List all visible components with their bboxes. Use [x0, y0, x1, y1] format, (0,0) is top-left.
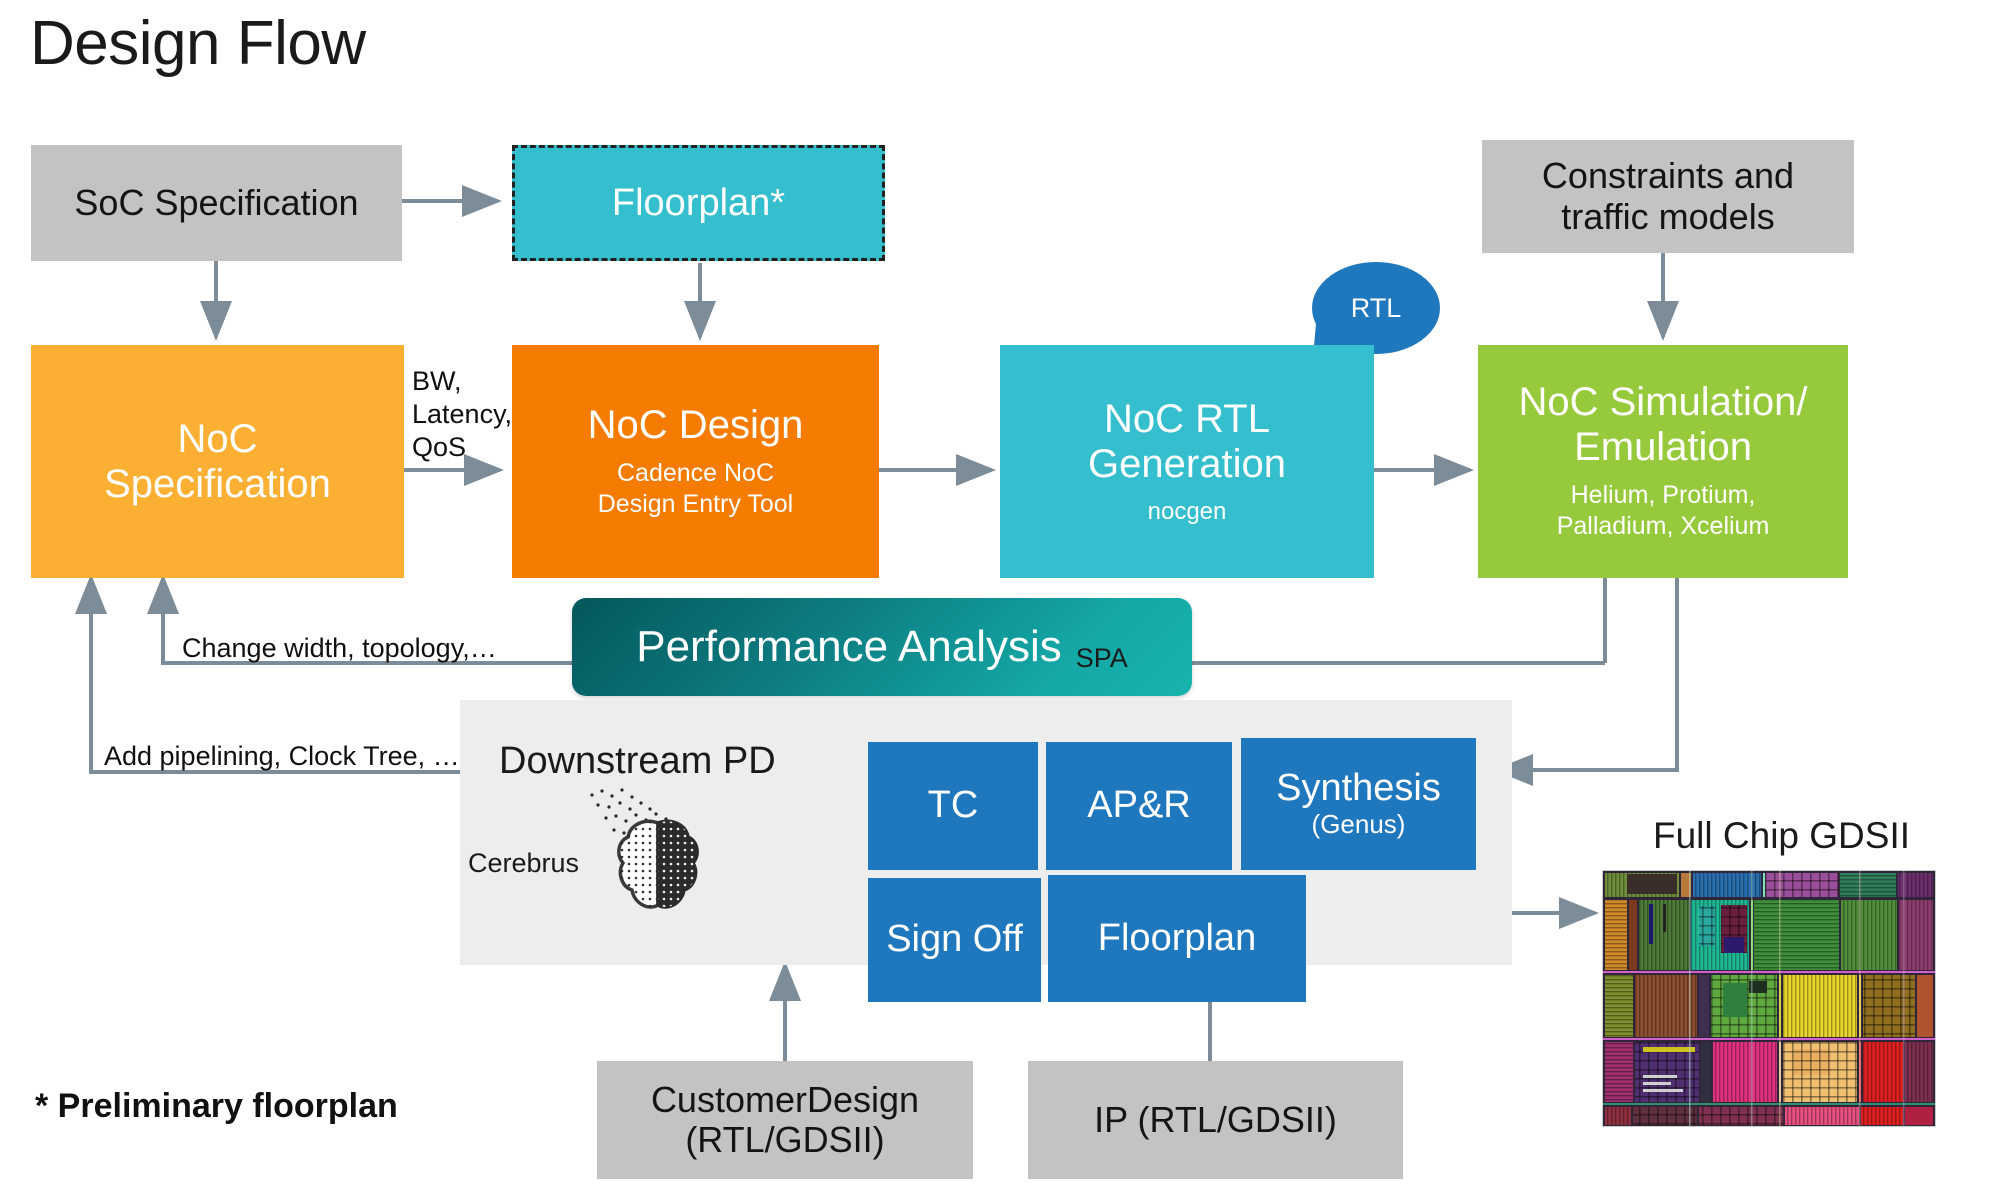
soc-specification-label: SoC Specification	[74, 181, 359, 223]
cerebrus-logo: Cerebrus	[460, 785, 780, 935]
tile-synthesis-sub: (Genus)	[1311, 809, 1406, 840]
noc-design-sub-line1: Cadence NoC	[616, 458, 775, 487]
noc-design-title: NoC Design	[587, 402, 804, 447]
tile-tc[interactable]: TC	[868, 742, 1038, 870]
node-noc-design[interactable]: NoC Design Cadence NoC Design Entry Tool	[512, 345, 879, 578]
tile-synthesis-label: Synthesis	[1276, 767, 1441, 810]
arrow-sim-to-synthesis	[1493, 578, 1679, 786]
noc-specification-line2: Specification	[104, 461, 331, 506]
full-chip-gdsii-image	[1602, 870, 1936, 1127]
constraints-line2: traffic models	[1561, 195, 1775, 237]
floorplan-preliminary-label: Floorplan*	[611, 181, 786, 224]
edge-label-bw-latency-qos: BW, Latency, QoS	[412, 365, 512, 464]
edge-label-change-width: Change width, topology,…	[182, 633, 497, 663]
ip-rtl-gdsii-label: IP (RTL/GDSII)	[1094, 1098, 1337, 1140]
noc-simulation-line1: NoC Simulation/	[1518, 380, 1808, 425]
node-noc-simulation-emulation[interactable]: NoC Simulation/ Emulation Helium, Protiu…	[1478, 345, 1848, 578]
rtl-callout-label: RTL	[1350, 292, 1402, 323]
node-noc-specification[interactable]: NoC Specification	[31, 345, 404, 578]
noc-specification-line1: NoC	[177, 416, 258, 461]
noc-simulation-line2: Emulation	[1574, 425, 1752, 470]
footnote-preliminary-floorplan: * Preliminary floorplan	[35, 1087, 398, 1125]
tile-sign-off-label: Sign Off	[886, 918, 1023, 961]
tile-sign-off[interactable]: Sign Off	[868, 878, 1041, 1002]
tile-tc-label: TC	[927, 784, 979, 827]
tile-apr-label: AP&R	[1087, 784, 1191, 827]
customer-design-line2: (RTL/GDSII)	[685, 1119, 885, 1160]
bw-line2: Latency,	[412, 398, 513, 429]
chip-layout-graphic	[1603, 871, 1935, 1126]
node-ip-rtl-gdsii[interactable]: IP (RTL/GDSII)	[1028, 1061, 1403, 1179]
full-chip-gdsii-caption: Full Chip GDSII	[1653, 815, 1911, 856]
node-floorplan-preliminary[interactable]: Floorplan*	[512, 145, 885, 261]
tile-floorplan[interactable]: Floorplan	[1048, 875, 1306, 1002]
node-customer-design[interactable]: CustomerDesign (RTL/GDSII)	[597, 1061, 973, 1179]
noc-rtl-generation-sub: nocgen	[1147, 497, 1227, 525]
noc-simulation-sub-line2: Palladium, Xcelium	[1556, 512, 1770, 541]
bw-line1: BW,	[412, 366, 462, 396]
cerebrus-label: Cerebrus	[468, 848, 580, 878]
design-flow-diagram: Design Flow SoC Specification Floorplan*…	[0, 0, 2000, 1200]
node-soc-specification[interactable]: SoC Specification	[31, 145, 402, 261]
brain-icon	[590, 788, 699, 909]
constraints-line1: Constraints and	[1541, 155, 1795, 197]
tile-apr[interactable]: AP&R	[1046, 742, 1232, 870]
tile-synthesis[interactable]: Synthesis (Genus)	[1241, 738, 1476, 870]
downstream-pd-panel: Downstream PD Cerebrus TC AP&R Synthesis…	[460, 700, 1512, 1002]
performance-analysis-bar[interactable]: Performance Analysis SPA	[572, 598, 1192, 696]
performance-analysis-title: Performance Analysis	[636, 622, 1062, 671]
edge-label-add-pipelining: Add pipelining, Clock Tree, …	[104, 741, 460, 771]
rtl-callout-bubble: RTL	[1312, 262, 1440, 354]
customer-design-line1: CustomerDesign	[650, 1078, 920, 1120]
bw-line3: QoS	[412, 431, 467, 462]
performance-analysis-sub: SPA	[1075, 643, 1128, 673]
noc-rtl-generation-line1: NoC RTL	[1104, 397, 1270, 442]
page-title: Design Flow	[30, 9, 366, 78]
noc-rtl-generation-line2: Generation	[1088, 442, 1286, 487]
noc-design-sub-line2: Design Entry Tool	[597, 489, 794, 518]
node-constraints-traffic-models[interactable]: Constraints and traffic models	[1482, 140, 1854, 253]
tile-floorplan-label: Floorplan	[1097, 916, 1257, 959]
node-noc-rtl-generation[interactable]: NoC RTL Generation nocgen	[1000, 345, 1374, 578]
downstream-pd-label: Downstream PD	[499, 740, 776, 782]
noc-simulation-sub-line1: Helium, Protium,	[1570, 481, 1756, 510]
